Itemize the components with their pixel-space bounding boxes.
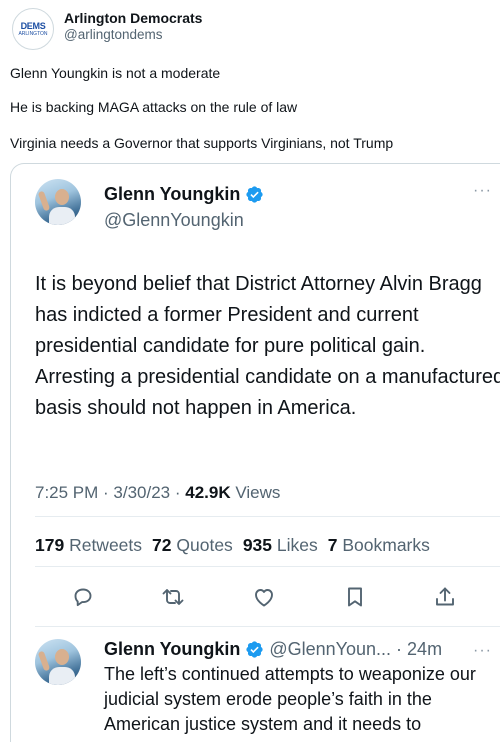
verified-badge-icon <box>246 185 263 203</box>
bookmark-icon[interactable] <box>343 585 367 609</box>
views-label: Views <box>230 483 281 502</box>
reply-header: Glenn Youngkin @GlennYoun... · 24m <box>104 638 442 660</box>
arlington-dems-avatar[interactable]: DEMS ARLINGTON <box>12 8 54 50</box>
tweet-actions-bar <box>11 585 500 613</box>
reply-icon[interactable] <box>71 585 95 609</box>
outer-tweet-line-2: He is backing MAGA attacks on the rule o… <box>10 99 298 115</box>
reply-tweet-text: The left’s continued attempts to weaponi… <box>104 664 476 734</box>
more-options-icon[interactable]: ··· <box>473 182 492 200</box>
divider <box>35 566 500 567</box>
likes-stat[interactable]: 935 Likes <box>243 534 318 556</box>
bookmarks-stat[interactable]: 7 Bookmarks <box>328 534 430 556</box>
like-icon[interactable] <box>252 585 276 609</box>
logo-subtext: ARLINGTON <box>18 30 48 37</box>
outer-tweet-line-3: Virginia needs a Governor that supports … <box>10 135 394 151</box>
reply-more-options-icon[interactable]: ··· <box>473 642 492 660</box>
quoted-tweet-text: It is beyond belief that District Attorn… <box>35 273 500 419</box>
reply-time[interactable]: · 24m <box>396 638 442 660</box>
quoted-author-name-text: Glenn Youngkin <box>104 184 241 204</box>
youngkin-avatar[interactable] <box>35 179 81 225</box>
quoted-author-handle[interactable]: @GlennYoungkin <box>104 209 244 231</box>
outer-tweet-header: DEMS ARLINGTON Arlington Democrats @arli… <box>12 8 202 50</box>
quoted-author-name[interactable]: Glenn Youngkin <box>104 183 264 205</box>
divider <box>35 626 500 627</box>
reply-author-name[interactable]: Glenn Youngkin <box>104 638 240 660</box>
verified-badge-icon <box>246 640 263 658</box>
views-count: 42.9K <box>185 483 231 502</box>
share-icon[interactable] <box>433 585 457 609</box>
retweets-stat[interactable]: 179 Retweets <box>35 534 142 556</box>
divider <box>35 516 500 517</box>
outer-author-name[interactable]: Arlington Democrats <box>64 10 202 26</box>
quotes-stat[interactable]: 72 Quotes <box>152 534 233 556</box>
outer-tweet-line-1: Glenn Youngkin is not a moderate <box>10 65 221 81</box>
logo-text: DEMS <box>20 20 46 31</box>
tweet-timestamp[interactable]: 7:25 PM · 3/30/23 · 42.9K Views <box>35 482 280 504</box>
tweet-stats: 179 Retweets 72 Quotes 935 Likes 7 Bookm… <box>35 534 430 556</box>
embedded-tweet-screenshot[interactable]: Glenn Youngkin @GlennYoungkin ··· It is … <box>10 163 500 742</box>
outer-author-handle[interactable]: @arlingtondems <box>64 26 202 44</box>
timestamp-text: 7:25 PM · 3/30/23 · <box>35 483 186 502</box>
reply-author-handle[interactable]: @GlennYoun... <box>269 638 391 660</box>
retweet-icon[interactable] <box>161 585 185 609</box>
youngkin-reply-avatar[interactable] <box>35 639 81 685</box>
